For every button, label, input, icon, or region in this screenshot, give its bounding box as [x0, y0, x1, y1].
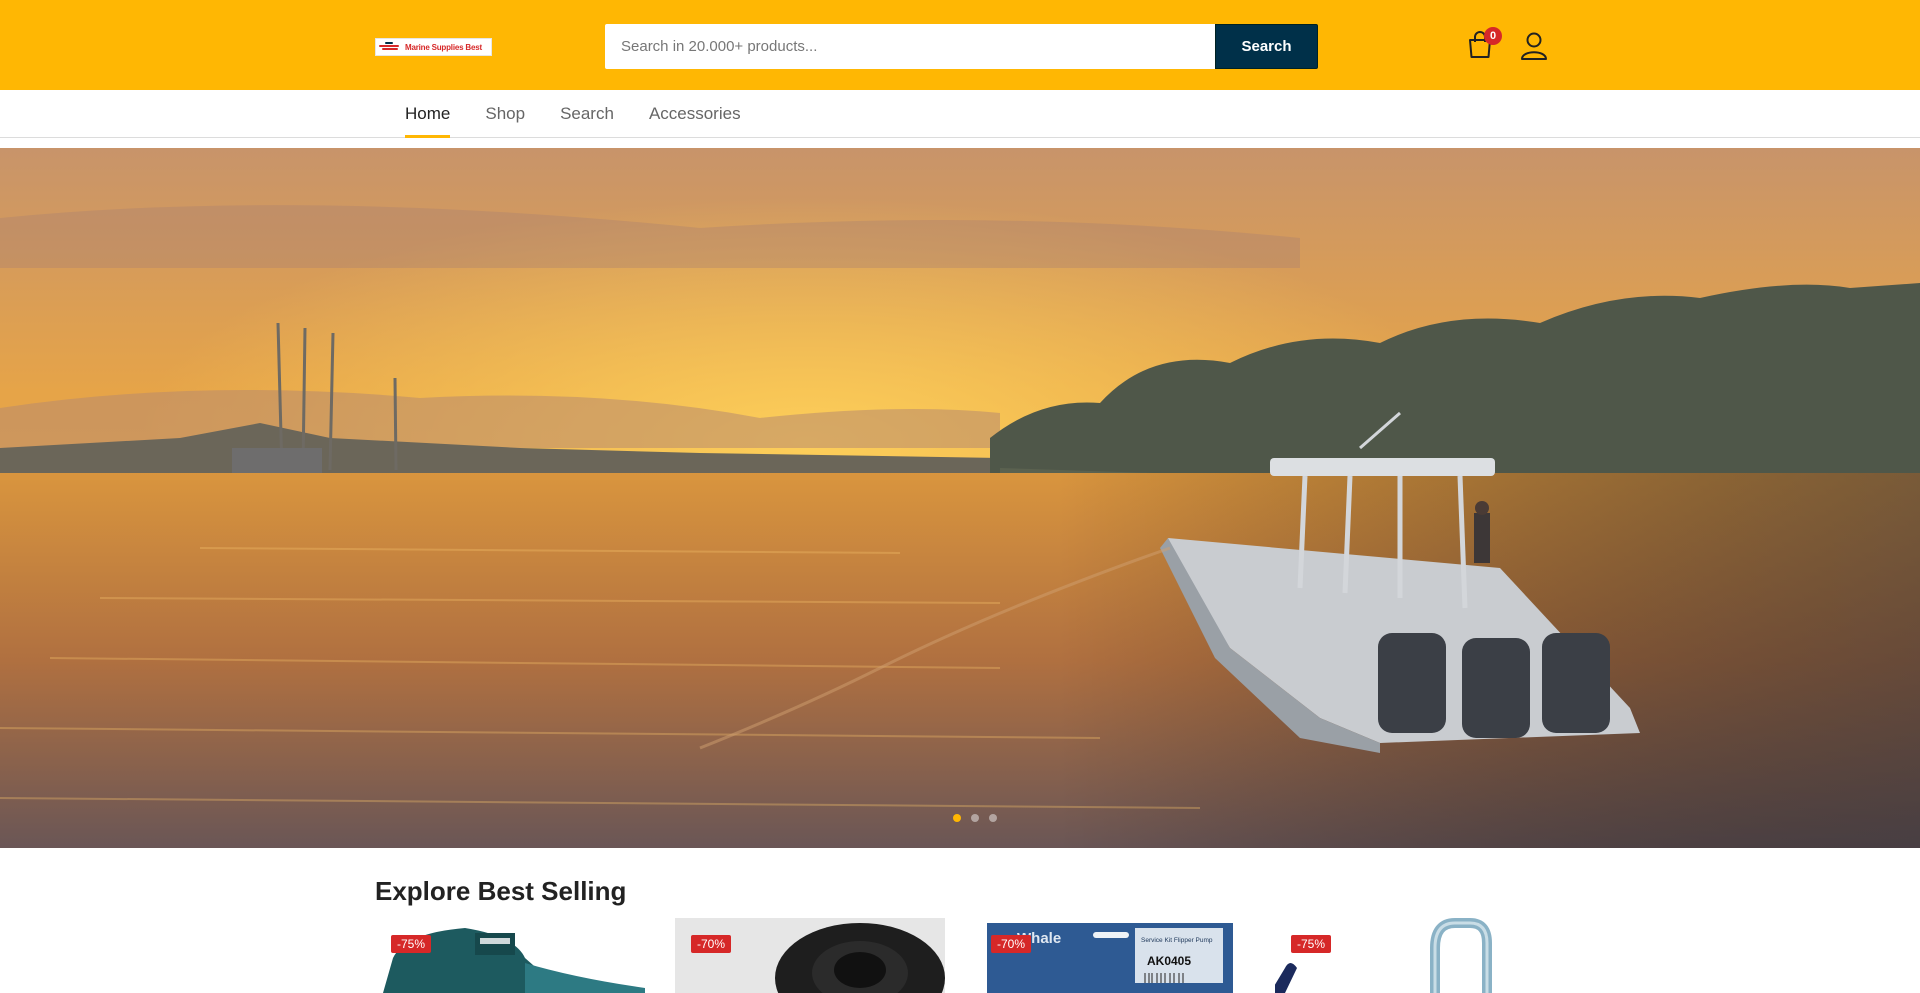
site-logo[interactable]: Marine Supplies Best [375, 38, 492, 56]
product-card[interactable]: -75% [375, 918, 645, 993]
hero-sunset-boat-image [0, 148, 1920, 848]
boat-logo-icon [379, 42, 401, 52]
top-header: Marine Supplies Best Search 0 [0, 0, 1920, 90]
hero-slide-dots [953, 814, 997, 822]
discount-badge: -70% [991, 935, 1032, 953]
user-icon [1521, 32, 1547, 60]
product-card[interactable]: -70% Whale Service Kit Flipper Pump AK04… [975, 918, 1245, 993]
logo-text: Marine Supplies Best [405, 42, 482, 52]
best-selling-title: Explore Best Selling [375, 876, 627, 906]
cart-button[interactable]: 0 [1466, 27, 1502, 60]
search-input[interactable] [605, 24, 1215, 69]
main-navigation: Home Shop Search Accessories [0, 90, 1920, 138]
slide-dot-3[interactable] [989, 814, 997, 822]
best-selling-products: -75% -70% -70% Whale Service Kit Flipper… [375, 918, 1545, 993]
nav-item-accessories[interactable]: Accessories [649, 90, 741, 138]
discount-badge: -70% [691, 935, 732, 953]
slide-dot-2[interactable] [971, 814, 979, 822]
nav-item-home[interactable]: Home [405, 90, 451, 138]
account-button[interactable] [1520, 31, 1548, 61]
rubber-fender-product-image [675, 918, 945, 993]
search-form: Search [605, 24, 1318, 69]
hero-banner[interactable] [0, 148, 1920, 848]
search-button[interactable]: Search [1215, 24, 1318, 69]
slide-dot-1[interactable] [953, 814, 961, 822]
service-kit-text: Service Kit Flipper Pump [1141, 937, 1213, 944]
product-card[interactable]: -75% [1275, 918, 1545, 993]
cart-count-badge: 0 [1484, 27, 1502, 45]
whale-service-kit-product-image: Whale Service Kit Flipper Pump AK0405 [975, 918, 1245, 993]
bilge-pump-product-image [375, 918, 645, 993]
nav-item-search[interactable]: Search [560, 90, 614, 138]
nav-item-shop[interactable]: Shop [485, 90, 525, 138]
product-card[interactable]: -70% [675, 918, 945, 993]
product-code-text: AK0405 [1147, 954, 1191, 968]
discount-badge: -75% [391, 935, 432, 953]
stainless-hook-product-image [1275, 918, 1545, 993]
discount-badge: -75% [1291, 935, 1332, 953]
